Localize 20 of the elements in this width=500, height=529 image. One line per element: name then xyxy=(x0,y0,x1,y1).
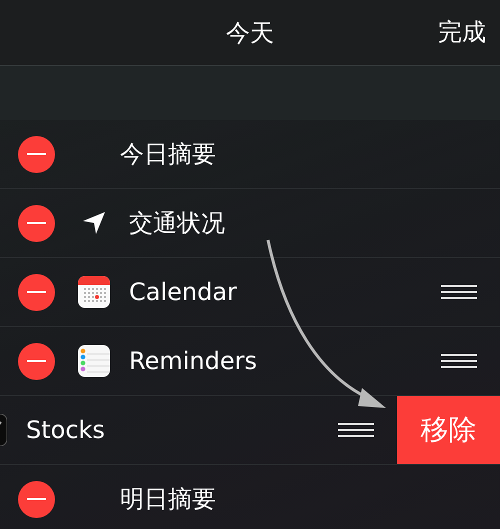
done-button[interactable]: 完成 xyxy=(438,16,486,48)
calendar-icon xyxy=(78,276,110,308)
widget-label: Stocks xyxy=(26,416,105,444)
drag-handle-icon[interactable] xyxy=(441,285,477,299)
header-title: 今天 xyxy=(226,18,274,48)
remove-circle-icon[interactable] xyxy=(18,342,55,380)
drag-handle-icon[interactable] xyxy=(338,423,374,437)
widget-label: 明日摘要 xyxy=(120,484,216,515)
remove-circle-icon[interactable] xyxy=(18,274,55,310)
remove-circle-icon[interactable] xyxy=(18,136,55,172)
drag-handle-icon[interactable] xyxy=(441,354,477,368)
remove-button[interactable]: 移除 xyxy=(397,396,500,464)
reminders-icon xyxy=(78,345,110,377)
widget-label: Calendar xyxy=(129,278,237,306)
location-arrow-icon xyxy=(81,210,107,236)
widget-label: 交通状况 xyxy=(129,208,225,239)
remove-circle-icon[interactable] xyxy=(18,480,55,518)
remove-circle-icon[interactable] xyxy=(18,204,55,242)
widget-label: 今日摘要 xyxy=(120,139,216,170)
widget-label: Reminders xyxy=(129,347,257,375)
